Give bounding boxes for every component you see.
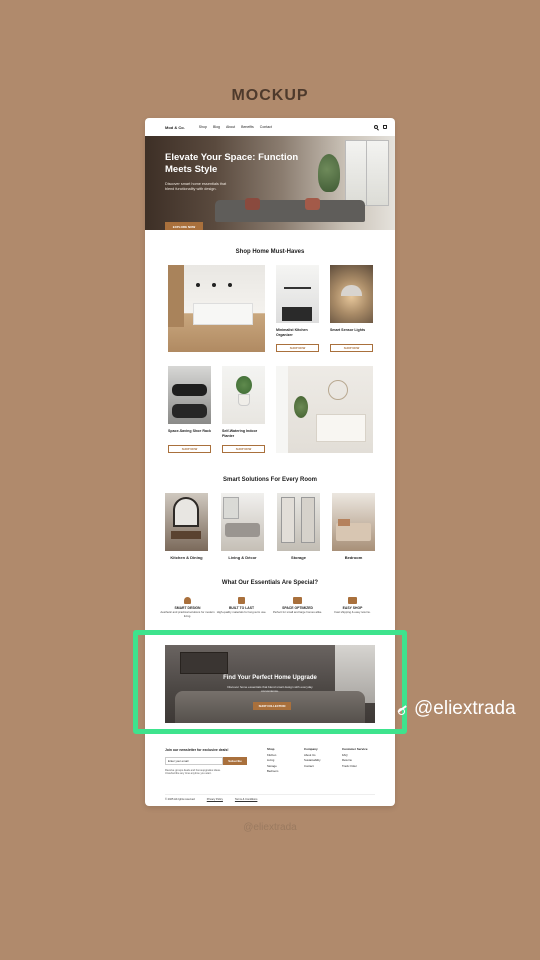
footer-column-customer-service: Customer Service FAQ Returns Track Order [342,747,368,769]
feature-desc: High-quality materials for long-term use… [216,610,267,614]
footer-link[interactable]: Contact [304,764,320,770]
box-icon [293,597,302,604]
product-name: Space-Saving Shoe Rack [168,429,211,433]
feature-desc: Aesthetic and practical solutions for mo… [160,610,215,618]
search-icon[interactable] [374,125,378,129]
hero-banner: Elevate Your Space: Function Meets Style… [145,136,395,230]
hero-plant-image [318,154,340,192]
tag-icon [397,702,411,716]
product-name: Self-Watering Indoor Planter [222,429,258,438]
checkbox-icon [238,597,245,604]
feature-card: SPACE OPTIMIZED Perfect for small and la… [270,597,325,615]
shop-now-button[interactable]: SHOP NOW [276,344,319,352]
bulb-icon [184,597,191,604]
newsletter-title: Join our newsletter for exclusive deals! [165,748,229,752]
footer-link[interactable]: Track Order [342,764,368,770]
hero-title: Elevate Your Space: Function Meets Style [165,152,299,175]
rooms-title: Smart Solutions For Every Room [222,477,318,483]
nav-link-contact[interactable]: Contact [260,125,272,129]
explore-now-button[interactable]: EXPLORE NOW [165,222,203,230]
privacy-policy-link[interactable]: Privacy Policy [207,798,223,801]
footer: Join our newsletter for exclusive deals!… [145,745,395,806]
nav-link-about[interactable]: About [226,125,235,129]
product-name: Minimalist Kitchen Organizer [276,328,308,337]
highlight-box [133,630,407,734]
nav-link-shop[interactable]: Shop [199,125,207,129]
hero-sofa-image [215,200,365,222]
features-title: What Our Essentials Are Special? [221,580,319,586]
footer-column-shop: Shop Kitchen Living Storage Bedroom [267,747,278,775]
footer-link[interactable]: Sustainability [304,758,320,764]
living-decor-image[interactable] [221,493,264,551]
hero-cushion-image [245,198,260,210]
kitchen-organizer-image[interactable] [276,265,319,323]
kitchen-product-image[interactable] [168,265,265,352]
nav-icons [374,125,387,129]
subscribe-button[interactable]: Subscribe [223,757,247,765]
brand-logo[interactable]: Mod & Co. [165,125,185,130]
nav-link-benefits[interactable]: Benefits [241,125,254,129]
cart-icon[interactable] [383,125,387,129]
watermark: @eliextrada [243,822,297,833]
shop-now-button[interactable]: SHOP NOW [168,445,211,453]
hero-subtitle: Discover smart home essentials that blen… [165,182,227,191]
top-nav: Mod & Co. Shop Blog About Benefits Conta… [145,118,395,136]
room-label[interactable]: Kitchen & Dining [159,555,214,560]
hero-window-image [345,140,389,206]
mockup-title: MOCKUP [231,87,309,104]
footer-bottom-bar: © 2025 All rights reserved Privacy Polic… [165,794,375,801]
copyright: © 2025 All rights reserved [165,798,195,801]
feature-card: SMART DESIGN Aesthetic and practical sol… [160,597,215,618]
planter-image[interactable] [222,366,265,424]
footer-column-company: Company About Us Sustainability Contact [304,747,320,769]
nav-links: Shop Blog About Benefits Contact [199,125,272,129]
must-haves-title: Shop Home Must-Haves [235,249,305,255]
truck-icon [348,597,357,604]
footer-heading: Customer Service [342,747,368,751]
kitchen-dining-image[interactable] [165,493,208,551]
room-label[interactable]: Bedroom [326,555,381,560]
feature-card: EASY SHOP Fast shipping & easy returns. [325,597,380,615]
bedroom-image[interactable] [332,493,375,551]
product-name: Smart Sensor Lights [330,328,366,332]
feature-desc: Fast shipping & easy returns. [334,610,371,614]
username-tag: @eliextrada [414,698,516,719]
newsletter-note: Receive groups deals and homeupgrades id… [165,769,221,776]
feature-card: BUILT TO LAST High-quality materials for… [214,597,269,615]
terms-link[interactable]: Terms & Conditions [235,798,258,801]
email-field[interactable]: Enter your email [165,757,223,765]
shop-now-button[interactable]: SHOP NOW [222,445,265,453]
nav-link-blog[interactable]: Blog [213,125,220,129]
hero-cushion-image [305,198,320,210]
sensor-light-image[interactable] [330,265,373,323]
bedroom-product-image[interactable] [276,366,373,453]
room-label[interactable]: Living & Décor [215,555,270,560]
footer-link[interactable]: Bedroom [267,769,278,775]
storage-image[interactable] [277,493,320,551]
shoe-rack-image[interactable] [168,366,211,424]
feature-desc: Perfect for small and large homes alike. [272,610,323,614]
room-label[interactable]: Storage [271,555,326,560]
shop-now-button[interactable]: SHOP NOW [330,344,373,352]
